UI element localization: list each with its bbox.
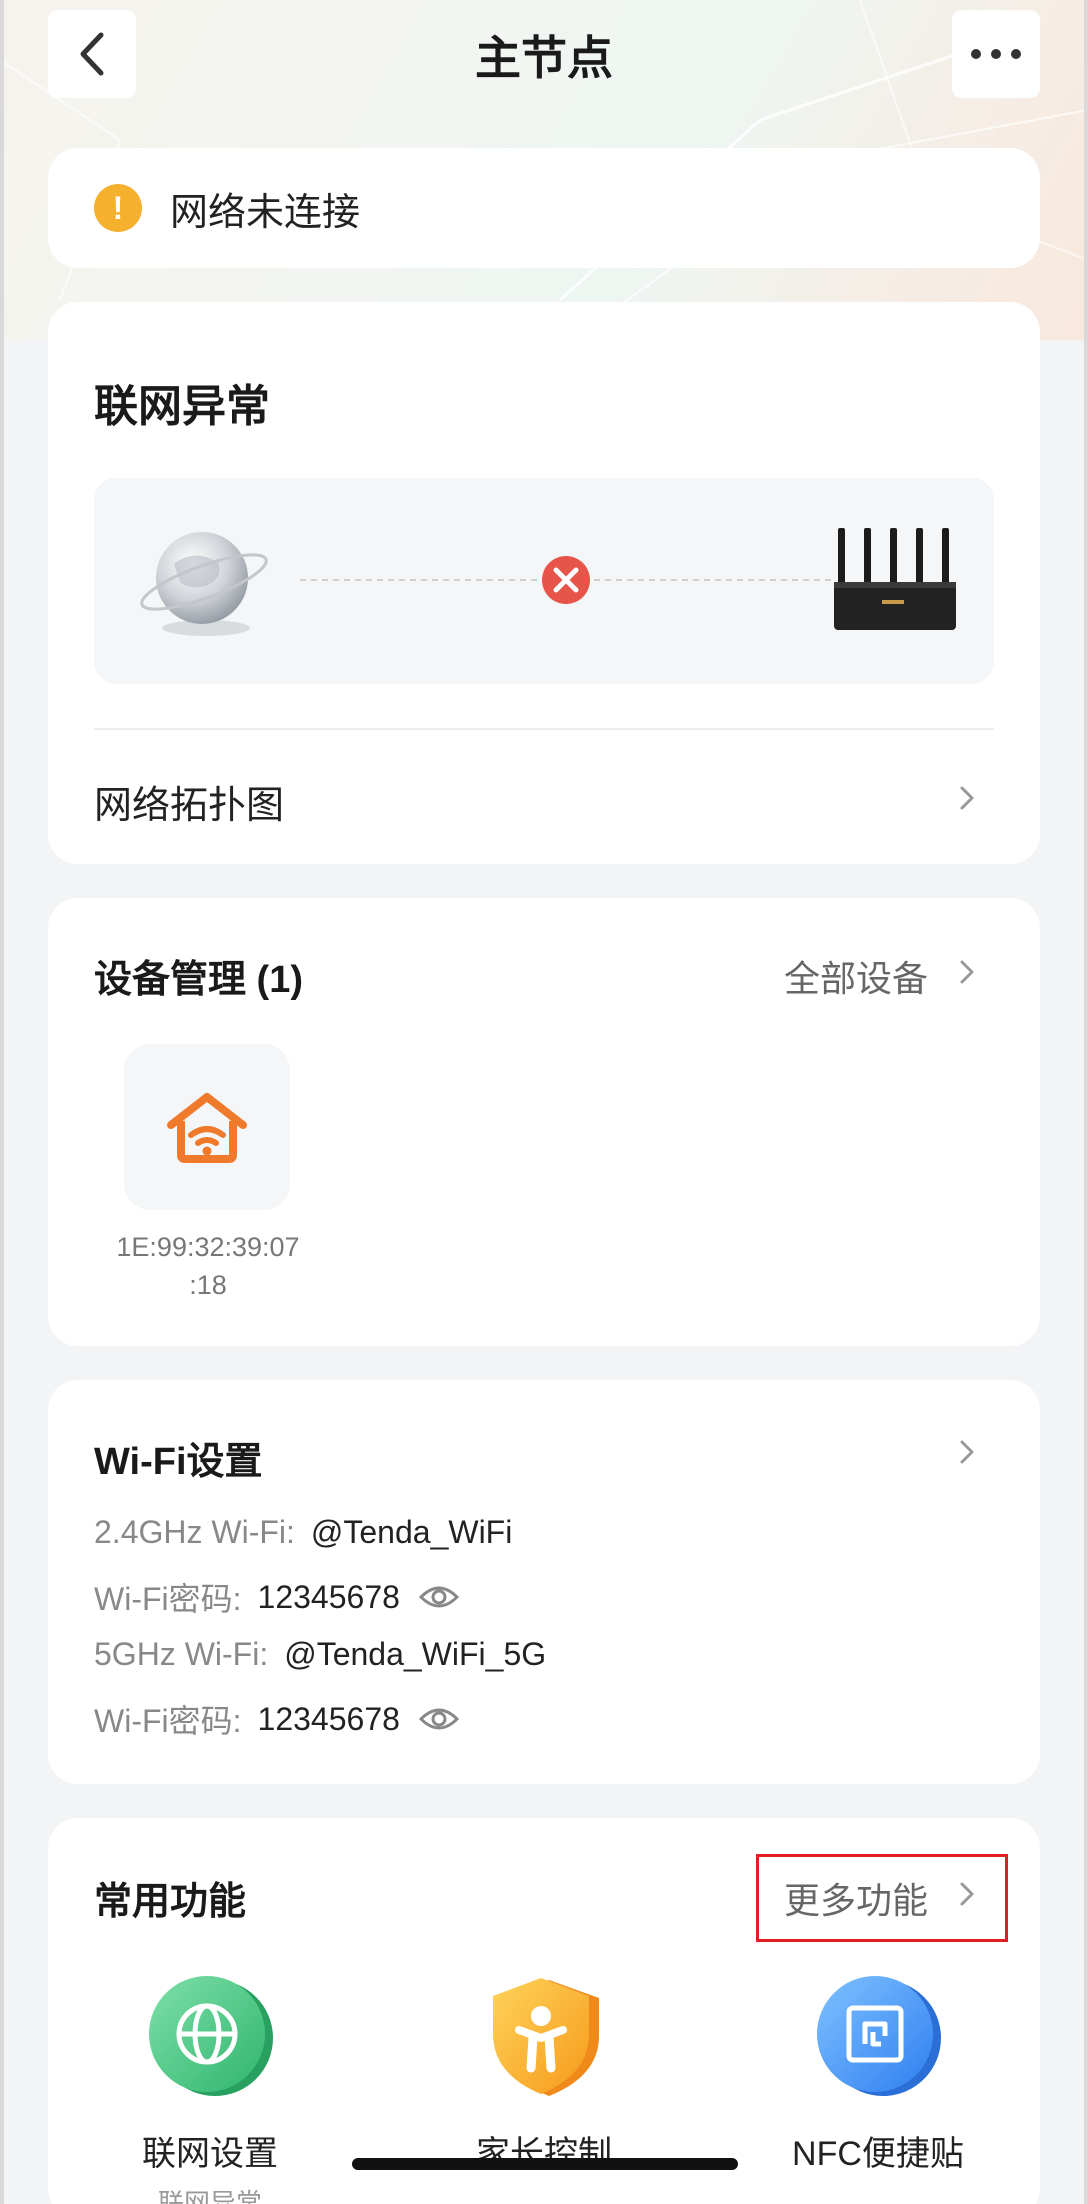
more-icon bbox=[971, 49, 1021, 59]
function-sublabel: 联网异常 bbox=[157, 2188, 262, 2204]
all-devices-link[interactable]: 全部设备 bbox=[784, 950, 928, 1002]
function-nfc-sticker[interactable]: NFC便捷贴 bbox=[748, 1972, 1008, 2183]
parental-shield-icon bbox=[493, 1978, 599, 2096]
device-item[interactable] bbox=[124, 1044, 290, 1210]
wifi-24-password: 12345678 bbox=[257, 1578, 400, 1615]
divider bbox=[94, 728, 994, 730]
chevron-right-icon bbox=[960, 786, 974, 810]
function-parental-control[interactable]: 家长控制 bbox=[414, 1972, 674, 2183]
network-card: 联网异常 网络拓扑图 bbox=[48, 302, 1040, 864]
wifi-24-ssid: @Tenda_WiFi bbox=[310, 1514, 513, 1550]
disconnected-icon bbox=[542, 556, 590, 604]
router-icon bbox=[834, 528, 956, 630]
home-wifi-icon bbox=[167, 1093, 247, 1163]
device-management-title: 设备管理 (1) bbox=[94, 959, 304, 1001]
device-management-card: 设备管理 (1) 全部设备 1E:99:32:39:07 :18 bbox=[48, 898, 1040, 1346]
connection-diagram bbox=[94, 478, 994, 684]
wifi-5-row: 5GHz Wi-Fi: @Tenda_WiFi_5G bbox=[94, 1636, 546, 1673]
wifi-24-password-label: Wi-Fi密码: bbox=[94, 1581, 242, 1617]
page-title: 主节点 bbox=[475, 32, 613, 84]
globe-icon bbox=[149, 1976, 273, 2096]
network-status-card[interactable]: ! 网络未连接 bbox=[48, 148, 1040, 268]
function-label: NFC便捷贴 bbox=[792, 2135, 964, 2173]
eye-icon[interactable] bbox=[418, 1582, 460, 1612]
topology-link[interactable]: 网络拓扑图 bbox=[94, 774, 284, 829]
more-options-button[interactable] bbox=[952, 10, 1040, 98]
home-indicator[interactable] bbox=[352, 2158, 738, 2170]
wifi-5-password: 12345678 bbox=[257, 1700, 400, 1737]
wifi-24-label: 2.4GHz Wi-Fi: bbox=[94, 1514, 295, 1550]
eye-icon[interactable] bbox=[418, 1704, 460, 1734]
wifi-5-ssid: @Tenda_WiFi_5G bbox=[284, 1636, 547, 1672]
wifi-5-label: 5GHz Wi-Fi: bbox=[94, 1636, 269, 1672]
function-label: 联网设置 bbox=[142, 2135, 278, 2173]
chevron-right-icon bbox=[960, 960, 974, 984]
chevron-right-icon bbox=[960, 1440, 974, 1464]
nfc-icon bbox=[817, 1976, 941, 2096]
device-mac: 1E:99:32:39:07 :18 bbox=[98, 1228, 318, 1304]
network-status-text: 网络未连接 bbox=[170, 191, 361, 234]
network-error-title: 联网异常 bbox=[94, 382, 270, 431]
wifi-settings-title: Wi-Fi设置 bbox=[94, 1441, 263, 1483]
wifi-5-password-row: Wi-Fi密码: 12345678 bbox=[94, 1696, 460, 1742]
common-functions-title: 常用功能 bbox=[94, 1881, 247, 1923]
warning-icon: ! bbox=[94, 184, 142, 232]
internet-globe-icon bbox=[140, 532, 268, 636]
device-mac-line2: :18 bbox=[189, 1270, 227, 1300]
chevron-right-icon bbox=[960, 1882, 974, 1906]
common-functions-card: 常用功能 更多功能 联网设置 联网异常 家长控制 NFC便捷贴 bbox=[48, 1818, 1040, 2204]
function-network-settings[interactable]: 联网设置 联网异常 bbox=[80, 1972, 340, 2204]
device-mac-line1: 1E:99:32:39:07 bbox=[116, 1232, 300, 1262]
wifi-24-row: 2.4GHz Wi-Fi: @Tenda_WiFi bbox=[94, 1514, 512, 1551]
more-functions-link[interactable]: 更多功能 bbox=[784, 1872, 928, 1924]
wifi-settings-card[interactable]: Wi-Fi设置 2.4GHz Wi-Fi: @Tenda_WiFi Wi-Fi密… bbox=[48, 1380, 1040, 1784]
wifi-24-password-row: Wi-Fi密码: 12345678 bbox=[94, 1574, 460, 1620]
wifi-5-password-label: Wi-Fi密码: bbox=[94, 1703, 242, 1739]
